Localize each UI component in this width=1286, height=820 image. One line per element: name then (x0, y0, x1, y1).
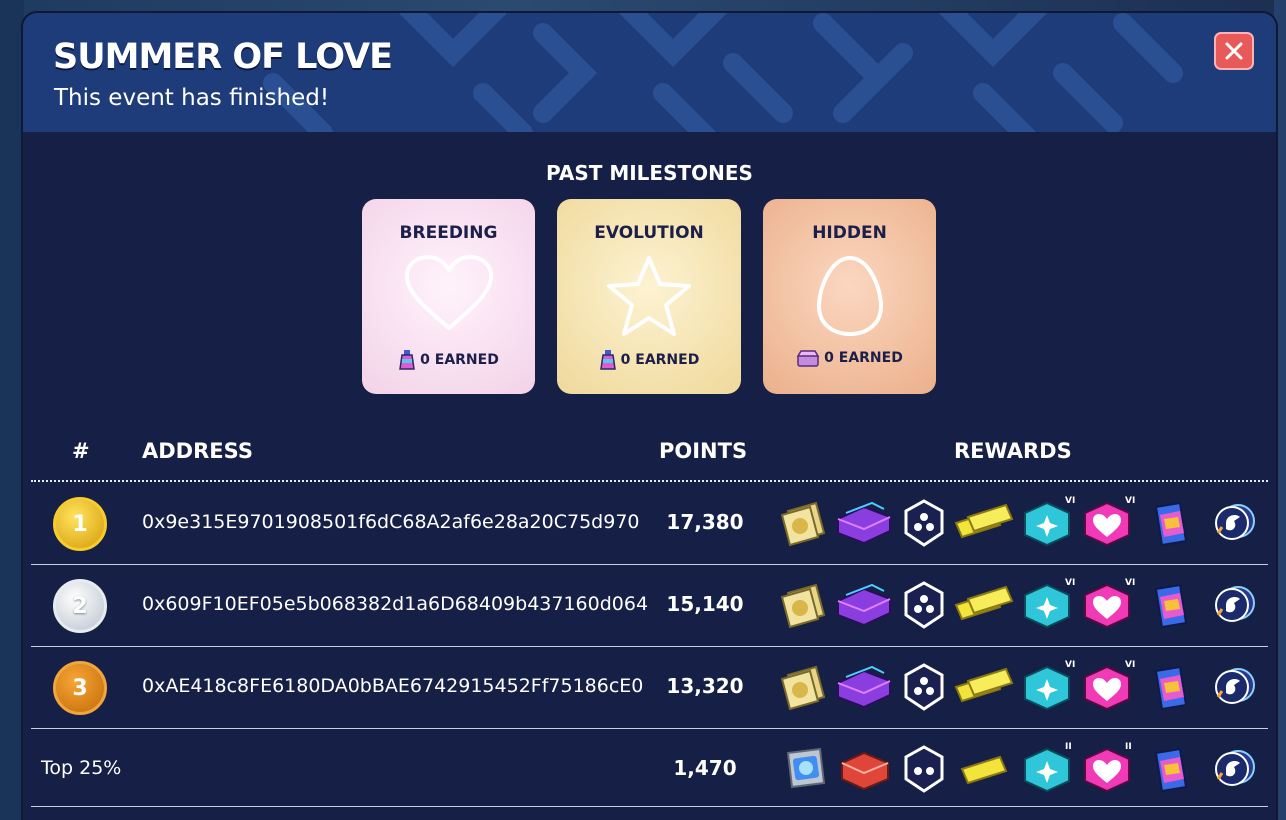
pink-heart-box-icon[interactable]: VI (1077, 493, 1137, 553)
cyan-sparkle-box-icon[interactable]: VI (1017, 493, 1077, 553)
star-badge-icon[interactable] (894, 739, 954, 799)
rewards-list: II II (774, 739, 1264, 799)
table-row: 2 0x609F10EF05e5b068382d1a6D68409b437160… (31, 565, 1268, 647)
wallet-address: 0x9e315E9701908501f6dC68A2af6e28a20C75d9… (142, 511, 640, 533)
svg-text:VI: VI (1125, 660, 1135, 670)
heart-outline-icon (404, 255, 493, 330)
egg-outline-icon (816, 255, 883, 337)
milestone-hidden[interactable]: HIDDEN 0 EARNED (763, 199, 936, 394)
gold-card-pack-icon[interactable] (774, 657, 834, 717)
silver-medal-icon: 2 (53, 579, 107, 633)
gold-ticket-icon[interactable] (954, 493, 1014, 553)
close-button[interactable] (1214, 32, 1254, 70)
rank-number: 1 (72, 511, 88, 537)
purple-chest-icon[interactable] (834, 739, 894, 799)
milestone-breeding[interactable]: BREEDING 0 EARNED (362, 199, 535, 394)
unicorn-token-icon[interactable] (1204, 493, 1264, 553)
svg-text:VI: VI (1065, 496, 1075, 506)
rank-number: 2 (72, 593, 88, 619)
gold-card-pack-icon[interactable] (774, 739, 834, 799)
points-value: 17,380 (666, 510, 744, 534)
purple-chest-icon[interactable] (834, 575, 894, 635)
star-badge-icon[interactable] (894, 493, 954, 553)
cyan-sparkle-box-icon[interactable]: VI (1017, 657, 1077, 717)
potion-icon (399, 350, 416, 370)
pink-heart-box-icon[interactable]: VI (1077, 657, 1137, 717)
unicorn-token-icon[interactable] (1204, 657, 1264, 717)
column-points: POINTS (659, 439, 748, 463)
rewards-list: VI VI (774, 575, 1264, 635)
gold-ticket-icon[interactable] (954, 739, 1014, 799)
points-value: 1,470 (673, 756, 737, 780)
wallet-address: 0x609F10EF05e5b068382d1a6D68409b437160d0… (142, 593, 649, 615)
points-value: 13,320 (666, 674, 744, 698)
points-value: 15,140 (666, 592, 744, 616)
pink-heart-box-icon[interactable]: II (1077, 739, 1137, 799)
milestone-earned: 0 EARNED (620, 352, 700, 368)
star-badge-icon[interactable] (894, 657, 954, 717)
gold-card-pack-icon[interactable] (774, 575, 834, 635)
milestone-label: BREEDING (399, 223, 498, 243)
star-outline-icon (607, 256, 691, 336)
rank-tier: Top 25% (41, 757, 122, 779)
event-title: SUMMER OF LOVE (53, 37, 393, 77)
table-row: 1 0x9e315E9701908501f6dC68A2af6e28a20C75… (31, 483, 1268, 565)
svg-text:VI: VI (1065, 578, 1075, 588)
milestone-evolution[interactable]: EVOLUTION 0 EARNED (557, 199, 741, 394)
purple-chest-icon[interactable] (834, 657, 894, 717)
milestone-earned: 0 EARNED (824, 350, 903, 366)
purple-chest-icon[interactable] (834, 493, 894, 553)
svg-text:VI: VI (1125, 496, 1135, 506)
event-modal: SUMMER OF LOVE This event has finished! … (23, 13, 1276, 820)
wallet-address: 0xAE418c8FE6180DA0bBAE6742915452Ff75186c… (142, 675, 644, 697)
potion-pack-icon[interactable] (1140, 575, 1200, 635)
milestone-label: EVOLUTION (594, 223, 704, 243)
rewards-list: VI VI (774, 493, 1264, 553)
pink-heart-box-icon[interactable]: VI (1077, 575, 1137, 635)
svg-text:VI: VI (1065, 660, 1075, 670)
milestone-earned: 0 EARNED (420, 352, 499, 368)
potion-pack-icon[interactable] (1140, 493, 1200, 553)
event-status: This event has finished! (54, 85, 330, 111)
svg-text:II: II (1065, 742, 1072, 752)
gold-card-pack-icon[interactable] (774, 493, 834, 553)
gold-ticket-icon[interactable] (954, 657, 1014, 717)
milestones-title: PAST MILESTONES (546, 161, 753, 185)
unicorn-token-icon[interactable] (1204, 739, 1264, 799)
gold-ticket-icon[interactable] (954, 575, 1014, 635)
potion-pack-icon[interactable] (1140, 657, 1200, 717)
potion-icon (599, 350, 616, 370)
close-icon (1225, 42, 1243, 60)
rank-number: 3 (72, 675, 88, 701)
star-badge-icon[interactable] (894, 575, 954, 635)
column-rank: # (72, 439, 90, 463)
svg-text:VI: VI (1125, 578, 1135, 588)
background-left (0, 0, 24, 820)
milestone-label: HIDDEN (812, 223, 887, 243)
cyan-sparkle-box-icon[interactable]: VI (1017, 575, 1077, 635)
potion-pack-icon[interactable] (1140, 739, 1200, 799)
chest-icon (796, 350, 820, 367)
column-rewards: REWARDS (954, 439, 1072, 463)
table-header: # ADDRESS POINTS REWARDS (23, 433, 1276, 483)
gold-medal-icon: 1 (53, 497, 107, 551)
table-row: Top 25% 1,470 II II (31, 729, 1268, 807)
bronze-medal-icon: 3 (53, 661, 107, 715)
unicorn-token-icon[interactable] (1204, 575, 1264, 635)
modal-header: SUMMER OF LOVE This event has finished! (23, 13, 1276, 132)
rewards-list: VI VI (774, 657, 1264, 717)
header-divider (31, 480, 1268, 482)
cyan-sparkle-box-icon[interactable]: II (1017, 739, 1077, 799)
table-row: 3 0xAE418c8FE6180DA0bBAE6742915452Ff7518… (31, 647, 1268, 729)
column-address: ADDRESS (142, 439, 253, 463)
svg-text:II: II (1125, 742, 1132, 752)
